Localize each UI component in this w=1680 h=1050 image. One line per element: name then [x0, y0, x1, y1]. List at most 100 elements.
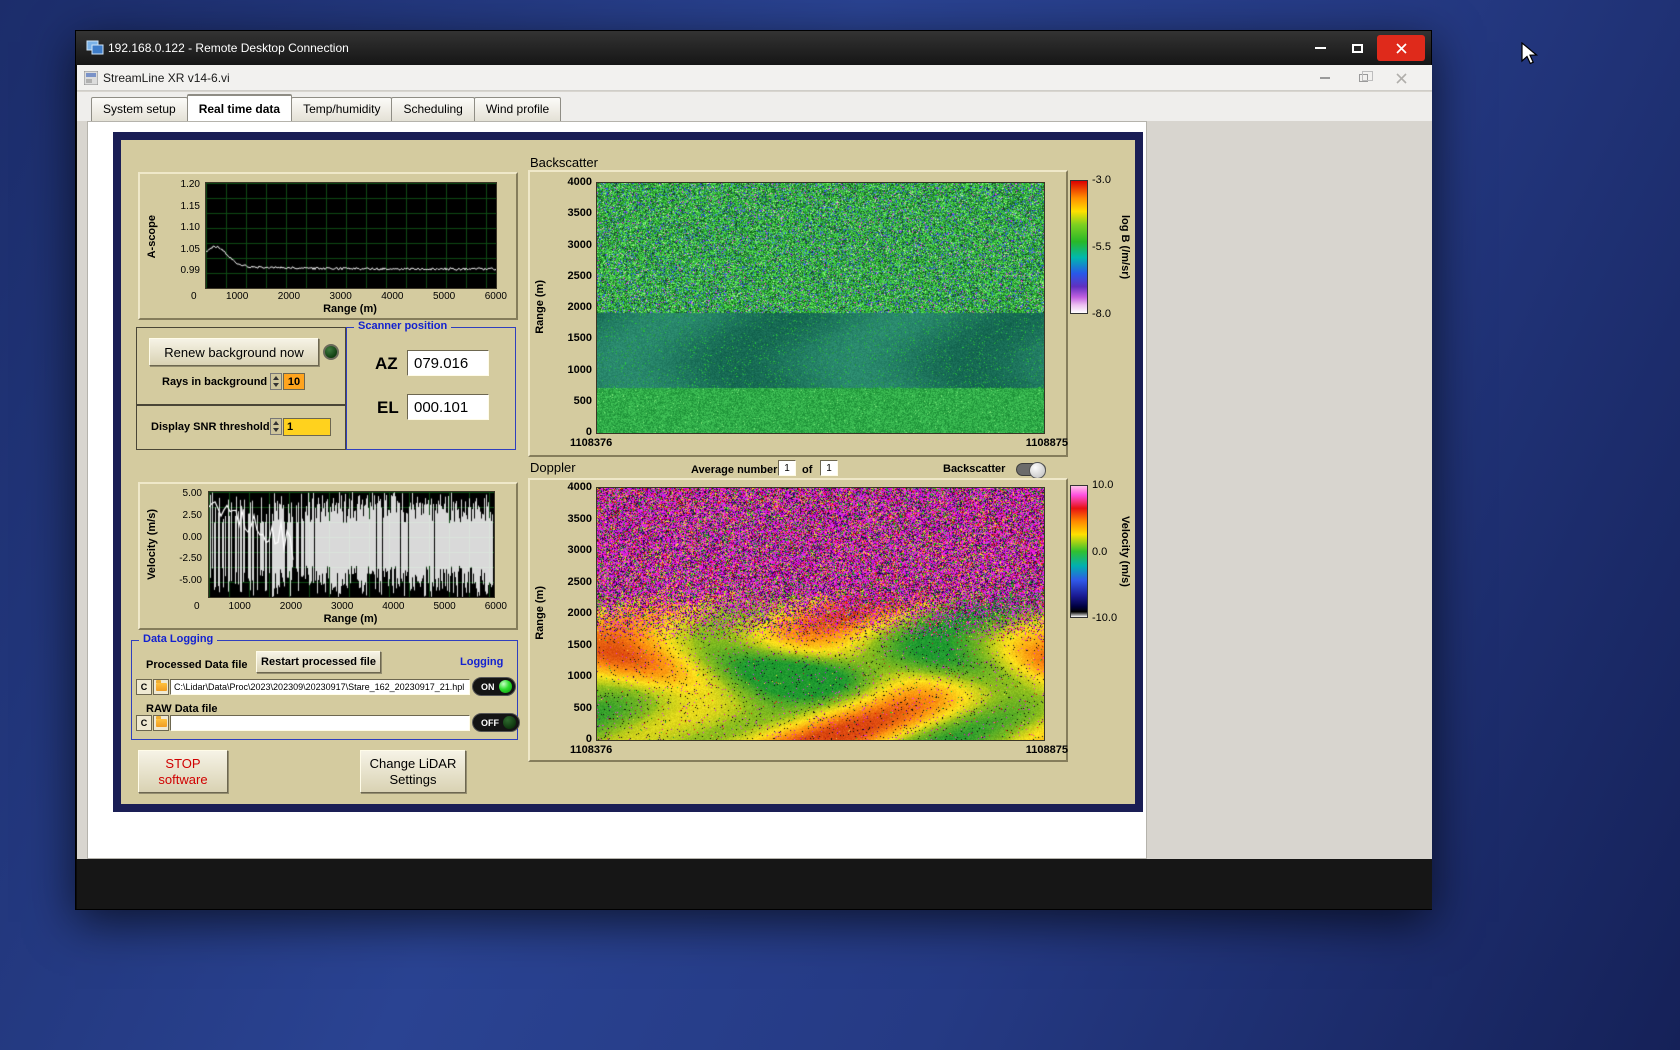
tick-label: -10.0: [1092, 612, 1118, 624]
minimize-icon: [1314, 47, 1326, 49]
backscatter-colorbar-label-wrap: log B (/m/sr): [1119, 180, 1131, 314]
tab-page: A-scope 1.20 1.15 1.10 1.05 0.99 0 1000 2000 30…: [87, 121, 1147, 859]
snr-spinner[interactable]: [270, 418, 282, 435]
raw-path-field[interactable]: [170, 715, 470, 731]
backscatter-x-end: 1108875: [1025, 437, 1068, 449]
rdp-titlebar[interactable]: 192.168.0.122 - Remote Desktop Connectio…: [76, 31, 1431, 65]
backscatter-colorbar-label: log B (/m/sr): [1119, 214, 1131, 280]
tab-scheduling[interactable]: Scheduling: [391, 97, 475, 121]
doppler-ylabel: Range (m): [534, 586, 546, 640]
ascope-plot-canvas: [205, 182, 497, 289]
change-lidar-settings-button[interactable]: Change LiDAR Settings: [360, 750, 466, 793]
tick-label: 1500: [567, 332, 592, 345]
rdp-window: 192.168.0.122 - Remote Desktop Connectio…: [75, 30, 1432, 910]
rdp-maximize-button[interactable]: [1340, 35, 1374, 61]
background-status-led: [323, 344, 339, 360]
processed-logging-toggle[interactable]: ON: [472, 677, 516, 696]
average-number-field[interactable]: 1: [778, 460, 796, 476]
tick-label: 4000: [382, 601, 405, 612]
tick-label: 1000: [567, 670, 592, 682]
tick-label: 5000: [433, 601, 456, 612]
maximize-icon: [1351, 43, 1363, 53]
tick-label: 4000: [567, 481, 592, 493]
scanner-position-group: Scanner position AZ 079.016 EL 000.101: [346, 320, 516, 450]
tab-real-time-data[interactable]: Real time data: [186, 94, 293, 121]
close-icon: [1395, 42, 1407, 54]
doppler-heatmap-canvas: [596, 487, 1045, 741]
tick-label: 4000: [567, 176, 592, 188]
tick-label: 0: [191, 291, 197, 302]
tick-label: -8.0: [1092, 308, 1111, 320]
tick-label: 1000: [228, 601, 251, 612]
on-label: ON: [481, 681, 495, 692]
app-close-button[interactable]: [1388, 68, 1414, 88]
backscatter-heatmap-canvas: [596, 182, 1045, 434]
snr-value-field[interactable]: 1: [283, 418, 331, 436]
rays-value-field[interactable]: 10: [283, 373, 305, 390]
renew-background-button[interactable]: Renew background now: [149, 338, 319, 366]
doppler-backscatter-toggle[interactable]: [1016, 462, 1046, 479]
tick-label: -5.00: [179, 575, 202, 586]
el-value-field: 000.101: [407, 394, 489, 420]
az-value-field: 079.016: [407, 350, 489, 376]
off-label: OFF: [481, 717, 499, 728]
tick-label: 2000: [279, 601, 303, 612]
app-minimize-button[interactable]: [1312, 68, 1338, 88]
processed-drive-selector[interactable]: C: [136, 679, 152, 695]
ascope-ylabel: A-scope: [146, 214, 158, 259]
raw-browse-button[interactable]: [153, 715, 169, 731]
ascope-ylabel-wrap: A-scope: [146, 184, 158, 289]
processed-path-row: C C:\Lidar\Data\Proc\2023\202309\2023091…: [136, 679, 470, 695]
ascope-yticks: 1.20 1.15 1.10 1.05 0.99: [166, 179, 200, 276]
tick-label: 1500: [567, 638, 592, 651]
rdp-minimize-button[interactable]: [1303, 35, 1337, 61]
app-window-title: StreamLine XR v14-6.vi: [103, 70, 230, 85]
raw-data-file-label: RAW Data file: [146, 703, 218, 715]
tick-label: 3000: [331, 601, 354, 612]
app-titlebar[interactable]: StreamLine XR v14-6.vi: [77, 65, 1432, 91]
stop-software-button[interactable]: STOP software: [138, 750, 228, 793]
stop-line1: STOP: [165, 755, 201, 771]
processed-browse-button[interactable]: [153, 679, 169, 695]
tab-system-setup[interactable]: System setup: [91, 97, 188, 121]
taskbar: ENG: [77, 859, 1432, 909]
restart-processed-file-button[interactable]: Restart processed file: [256, 651, 381, 673]
remote-desktop-icon: [86, 40, 104, 55]
doppler-x-start: 1108376: [570, 744, 613, 756]
tick-label: 4000: [381, 291, 404, 302]
backscatter-colorbar-ticks: -3.0 -5.5 -8.0: [1092, 174, 1111, 320]
restore-icon: [1358, 71, 1373, 82]
doppler-colorbar-label: Velocity (m/s): [1119, 516, 1131, 587]
tick-label: 0.00: [182, 531, 202, 543]
rdp-close-button[interactable]: [1377, 35, 1425, 61]
processed-path-field[interactable]: C:\Lidar\Data\Proc\2023\202309\20230917\…: [170, 679, 470, 695]
velocity-plot-panel: Velocity (m/s) 5.00 2.50 0.00 -2.50 -5.00 0 1…: [138, 482, 518, 630]
raw-logging-toggle[interactable]: OFF: [472, 713, 520, 732]
rays-in-background-label: Rays in background: [162, 376, 268, 388]
ascope-xlabel: Range (m): [323, 303, 377, 315]
tick-label: 1.20: [180, 179, 200, 190]
doppler-ylabel-wrap: Range (m): [534, 487, 546, 739]
background-group: Renew background now Rays in background …: [136, 327, 346, 405]
doppler-xrange: 1108376 1108875: [570, 744, 1068, 756]
tab-page-background: A-scope 1.20 1.15 1.10 1.05 0.99 0 1000 2000 30…: [77, 121, 1432, 859]
desktop: 192.168.0.122 - Remote Desktop Connectio…: [0, 0, 1680, 1050]
tab-temp-humidity[interactable]: Temp/humidity: [291, 97, 393, 121]
velocity-xlabel: Range (m): [323, 613, 378, 625]
logging-label: Logging: [460, 656, 504, 668]
tick-label: 1.15: [180, 200, 200, 212]
app-restore-button[interactable]: [1350, 68, 1376, 88]
data-logging-title: Data Logging: [139, 633, 218, 645]
average-total-field[interactable]: 1: [820, 460, 838, 476]
change-line1: Change LiDAR: [369, 755, 457, 771]
tab-wind-profile[interactable]: Wind profile: [473, 97, 562, 121]
rays-spinner[interactable]: [270, 373, 282, 390]
raw-drive-selector[interactable]: C: [136, 715, 152, 731]
el-label: EL: [377, 398, 399, 417]
tick-label: 2.50: [182, 509, 202, 521]
folder-icon: [155, 716, 167, 727]
tick-label: 6000: [484, 601, 507, 612]
minimize-icon: [1320, 77, 1330, 79]
ascope-xticks: 0 1000 2000 3000 4000 5000 6000: [191, 291, 507, 302]
tick-label: 3500: [567, 512, 592, 525]
